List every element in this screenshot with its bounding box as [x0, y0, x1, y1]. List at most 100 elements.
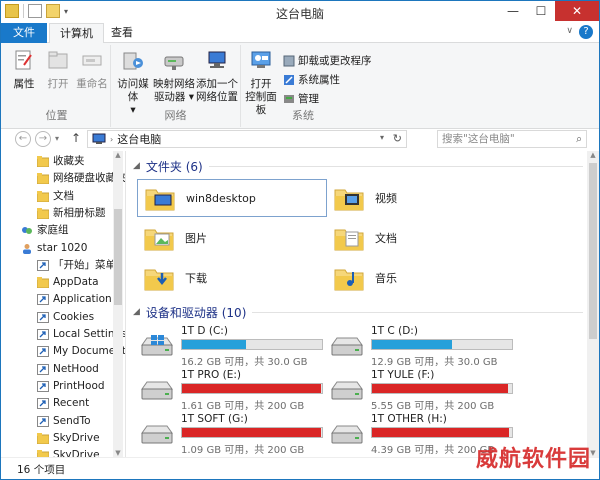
nav-item[interactable]: 家庭组 — [21, 222, 69, 239]
nav-item[interactable]: SendTo — [37, 413, 91, 430]
group-location: 属性 打开 重命名 位置 — [3, 45, 111, 127]
group-system: 打开 控制面板 卸载或更改程序 系统属性 管理 系统 — [241, 45, 372, 127]
section-collapse-icon[interactable]: ◢ — [133, 307, 140, 317]
nav-item[interactable]: SkyDrive — [37, 447, 100, 457]
drive-usage-fill — [182, 428, 321, 437]
nav-item[interactable]: AppData — [37, 274, 99, 291]
group-system-label: 系统 — [292, 109, 314, 122]
computer-icon — [92, 133, 106, 144]
nav-item[interactable]: SkyDrive — [37, 430, 100, 447]
address-dropdown-icon[interactable]: ▾ — [380, 133, 384, 142]
nav-item-label: AppData — [53, 276, 99, 289]
properties-button[interactable]: 属性 — [9, 49, 39, 91]
open-button[interactable]: 打开 — [43, 49, 73, 91]
drive-icon — [331, 425, 363, 444]
pane-divider[interactable] — [125, 151, 126, 457]
nav-scroll-down-icon[interactable]: ▼ — [113, 449, 123, 457]
nav-item[interactable]: star 1020 — [21, 240, 87, 257]
address-field[interactable]: › 这台电脑 ▾ ↻ — [87, 130, 407, 148]
shortcut-icon — [37, 311, 49, 323]
folders-section-title: 文件夹 (6) — [145, 159, 203, 174]
downloads-folder-icon — [144, 269, 174, 291]
folder-name: 音乐 — [375, 272, 397, 285]
recent-locations-icon[interactable]: ▾ — [55, 134, 59, 143]
nav-item[interactable]: 新相册标题 — [37, 205, 106, 222]
folder-item[interactable]: 视频 — [327, 179, 517, 217]
nav-item-label: SendTo — [53, 414, 91, 427]
folder-item[interactable]: 文档 — [327, 219, 517, 257]
nav-item[interactable]: 文档 — [37, 188, 74, 205]
content-scrollbar[interactable]: ▲ ▼ — [587, 151, 599, 457]
folder-item[interactable]: 图片 — [137, 219, 327, 257]
nav-item[interactable]: My Document — [37, 343, 125, 360]
tab-view[interactable]: 查看 — [101, 23, 143, 43]
media-icon — [123, 52, 143, 70]
rename-button[interactable]: 重命名 — [75, 49, 109, 91]
content-scroll-thumb[interactable] — [589, 163, 597, 339]
shortcut-icon — [37, 363, 49, 375]
collapse-ribbon-icon[interactable]: ∨ — [566, 26, 573, 36]
minimize-button[interactable]: — — [499, 1, 527, 21]
nav-scroll-thumb[interactable] — [114, 209, 122, 305]
maximize-button[interactable]: ☐ — [527, 1, 555, 21]
manage-button[interactable]: 管理 — [283, 91, 319, 106]
help-icon[interactable]: ? — [579, 25, 593, 39]
videos-folder-icon — [334, 189, 364, 211]
shortcut-icon — [37, 415, 49, 427]
drives-section-header[interactable]: ◢ 设备和驱动器 (10) — [133, 303, 583, 321]
section-collapse-icon[interactable]: ◢ — [133, 161, 140, 171]
drive-item[interactable]: 1T D (C:) 16.2 GB 可用，共 30.0 GB — [137, 325, 327, 368]
shortcut-icon — [37, 380, 49, 392]
nav-item[interactable]: PrintHood — [37, 378, 105, 395]
forward-button[interactable]: → — [35, 131, 51, 147]
pictures-folder-icon — [144, 229, 174, 251]
access-media-label-1: 访问媒体 — [117, 78, 149, 103]
search-input[interactable]: 搜索"这台电脑" ⌕ — [437, 130, 587, 148]
nav-item[interactable]: Local Settings — [37, 326, 125, 343]
rename-label: 重命名 — [76, 78, 108, 90]
back-button[interactable]: ← — [15, 131, 31, 147]
system-properties-button[interactable]: 系统属性 — [283, 72, 340, 87]
folder-item[interactable]: 下载 — [137, 259, 327, 297]
map-drive-button[interactable]: 映射网络 驱动器 ▾ — [153, 49, 195, 104]
explorer-window: ▾ 这台电脑 — ☐ ✕ 文件 计算机 查看 ∨ ? 属性 打开 重命名 位置 … — [0, 0, 600, 480]
shortcut-icon — [37, 346, 49, 358]
add-network-location-button[interactable]: 添加一个 网络位置 — [195, 49, 239, 104]
folder-item[interactable]: 音乐 — [327, 259, 517, 297]
nav-item[interactable]: 收藏夹 — [37, 153, 85, 170]
content-scroll-up-icon[interactable]: ▲ — [587, 151, 599, 159]
nav-scroll-up-icon[interactable]: ▲ — [113, 151, 123, 159]
drive-item[interactable]: 1T PRO (E:) 1.61 GB 可用，共 200 GB — [137, 369, 327, 412]
tab-computer[interactable]: 计算机 — [49, 23, 104, 44]
item-count: 16 个项目 — [17, 464, 66, 476]
search-icon[interactable]: ⌕ — [576, 131, 582, 147]
ribbon-tabs: 文件 计算机 查看 ∨ ? — [1, 23, 599, 44]
folder-name: 视频 — [375, 192, 397, 205]
close-button[interactable]: ✕ — [555, 1, 599, 21]
refresh-icon[interactable]: ↻ — [393, 132, 402, 145]
nav-item[interactable]: 「开始」菜单 — [37, 257, 116, 274]
up-button[interactable]: ↑ — [71, 131, 81, 145]
nav-item[interactable]: 网络硬盘收藏夹 — [37, 170, 125, 187]
properties-icon — [15, 50, 32, 70]
drive-item[interactable]: 1T C (D:) 12.9 GB 可用，共 30.0 GB — [327, 325, 517, 368]
drive-name: 1T OTHER (H:) — [371, 413, 447, 425]
folder-item[interactable]: win8desktop — [137, 179, 327, 217]
nav-item[interactable]: Cookies — [37, 309, 94, 326]
uninstall-button[interactable]: 卸载或更改程序 — [283, 53, 372, 68]
drive-free-space: 1.61 GB 可用，共 200 GB — [181, 401, 305, 412]
group-network-label: 网络 — [164, 109, 187, 122]
tab-file[interactable]: 文件 — [1, 23, 47, 43]
drive-icon — [331, 337, 363, 356]
nav-item[interactable]: NetHood — [37, 361, 99, 378]
drive-usage-bar — [371, 427, 513, 438]
folder-name: 文档 — [375, 232, 397, 245]
nav-scrollbar[interactable]: ▲ ▼ — [113, 151, 123, 457]
nav-item[interactable]: Recent — [37, 395, 89, 412]
nav-item[interactable]: Application D — [37, 291, 123, 308]
folders-section-header[interactable]: ◢ 文件夹 (6) — [133, 157, 583, 175]
drive-name: 1T YULE (F:) — [371, 369, 435, 381]
drive-item[interactable]: 1T SOFT (G:) 1.09 GB 可用，共 200 GB — [137, 413, 327, 456]
drive-item[interactable]: 1T YULE (F:) 5.55 GB 可用，共 200 GB — [327, 369, 517, 412]
nav-item-label: PrintHood — [53, 379, 105, 392]
